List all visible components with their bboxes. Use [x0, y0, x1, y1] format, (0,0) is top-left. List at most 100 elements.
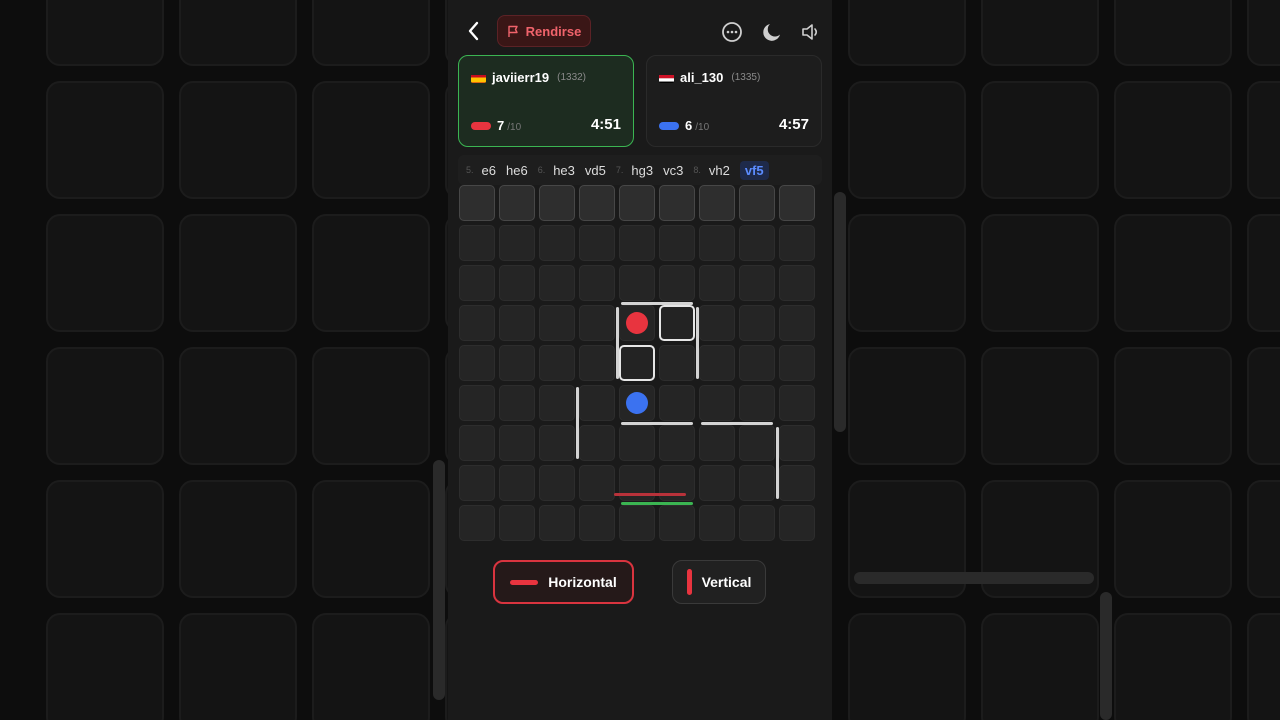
- board-cell[interactable]: [579, 305, 615, 341]
- backdrop-tile: [848, 347, 966, 465]
- board-cell[interactable]: [539, 225, 575, 261]
- board-cell[interactable]: [739, 345, 775, 381]
- board-cell[interactable]: [619, 425, 655, 461]
- board-cell[interactable]: [779, 505, 815, 541]
- board-cell[interactable]: [699, 305, 735, 341]
- blue-pawn[interactable]: [626, 392, 648, 414]
- board-cell[interactable]: [739, 385, 775, 421]
- move-entry[interactable]: hg3: [631, 163, 653, 178]
- board-cell[interactable]: [739, 265, 775, 301]
- board-cell[interactable]: [539, 425, 575, 461]
- board-cell[interactable]: [499, 305, 535, 341]
- move-entry-active[interactable]: vf5: [739, 160, 769, 180]
- board-cell[interactable]: [499, 505, 535, 541]
- back-icon: [468, 21, 479, 41]
- board-cell[interactable]: [499, 265, 535, 301]
- board-cell[interactable]: [699, 505, 735, 541]
- board-cell[interactable]: [739, 225, 775, 261]
- board-cell[interactable]: [579, 185, 615, 221]
- board-cell[interactable]: [659, 425, 695, 461]
- board-cell[interactable]: [459, 505, 495, 541]
- board-cell[interactable]: [699, 345, 735, 381]
- board-cell[interactable]: [539, 265, 575, 301]
- move-entry[interactable]: vh2: [709, 163, 730, 178]
- board-cell[interactable]: [579, 385, 615, 421]
- board-cell[interactable]: [739, 305, 775, 341]
- move-entry[interactable]: vc3: [663, 163, 683, 178]
- board-cell[interactable]: [459, 225, 495, 261]
- board-cell[interactable]: [659, 385, 695, 421]
- board-cell[interactable]: [619, 225, 655, 261]
- chat-button[interactable]: [720, 20, 744, 44]
- board-cell[interactable]: [699, 385, 735, 421]
- board-cell[interactable]: [699, 265, 735, 301]
- board-cell[interactable]: [579, 505, 615, 541]
- board-cell[interactable]: [779, 345, 815, 381]
- board-cell[interactable]: [779, 465, 815, 501]
- game-board[interactable]: [459, 185, 823, 549]
- resign-button[interactable]: Rendirse: [497, 15, 591, 47]
- board-cell[interactable]: [619, 505, 655, 541]
- move-entry[interactable]: he3: [553, 163, 575, 178]
- board-cell[interactable]: [459, 425, 495, 461]
- board-cell[interactable]: [499, 345, 535, 381]
- board-cell[interactable]: [579, 425, 615, 461]
- board-cell[interactable]: [459, 385, 495, 421]
- board-cell[interactable]: [659, 345, 695, 381]
- board-cell[interactable]: [459, 265, 495, 301]
- board-cell[interactable]: [659, 505, 695, 541]
- backdrop-tile: [1247, 480, 1280, 598]
- board-cell[interactable]: [659, 265, 695, 301]
- sound-button[interactable]: [799, 20, 823, 44]
- board-cell[interactable]: [659, 185, 695, 221]
- dark-mode-button[interactable]: [760, 20, 784, 44]
- board-cell[interactable]: [539, 385, 575, 421]
- board-cell[interactable]: [539, 505, 575, 541]
- egypt-flag-icon: [659, 73, 674, 83]
- move-entry[interactable]: vd5: [585, 163, 606, 178]
- backdrop-tile: [179, 613, 297, 720]
- board-cell[interactable]: [539, 305, 575, 341]
- board-cell[interactable]: [779, 305, 815, 341]
- board-cell[interactable]: [659, 225, 695, 261]
- board-cell[interactable]: [699, 185, 735, 221]
- board-cell[interactable]: [539, 185, 575, 221]
- move-entry[interactable]: e6: [482, 163, 496, 178]
- board-cell[interactable]: [659, 305, 695, 341]
- back-button[interactable]: [462, 18, 486, 44]
- board-cell[interactable]: [699, 465, 735, 501]
- board-cell[interactable]: [619, 185, 655, 221]
- board-cell[interactable]: [699, 425, 735, 461]
- board-cell[interactable]: [499, 385, 535, 421]
- board-cell[interactable]: [619, 265, 655, 301]
- board-cell[interactable]: [499, 425, 535, 461]
- board-cell[interactable]: [459, 345, 495, 381]
- vertical-wall-button[interactable]: Vertical: [672, 560, 766, 604]
- board-cell[interactable]: [779, 225, 815, 261]
- board-cell[interactable]: [739, 185, 775, 221]
- board-cell[interactable]: [779, 265, 815, 301]
- board-cell[interactable]: [579, 465, 615, 501]
- board-cell[interactable]: [579, 225, 615, 261]
- horizontal-wall-button[interactable]: Horizontal: [493, 560, 634, 604]
- board-cell[interactable]: [459, 305, 495, 341]
- board-cell[interactable]: [579, 265, 615, 301]
- board-cell[interactable]: [779, 185, 815, 221]
- red-pawn[interactable]: [626, 312, 648, 334]
- board-cell[interactable]: [459, 185, 495, 221]
- board-cell[interactable]: [779, 425, 815, 461]
- board-cell[interactable]: [739, 425, 775, 461]
- board-cell[interactable]: [619, 345, 655, 381]
- move-entry[interactable]: he6: [506, 163, 528, 178]
- board-cell[interactable]: [699, 225, 735, 261]
- board-cell[interactable]: [459, 465, 495, 501]
- board-cell[interactable]: [499, 185, 535, 221]
- board-cell[interactable]: [779, 385, 815, 421]
- board-cell[interactable]: [739, 465, 775, 501]
- board-cell[interactable]: [539, 465, 575, 501]
- board-cell[interactable]: [739, 505, 775, 541]
- board-cell[interactable]: [579, 345, 615, 381]
- board-cell[interactable]: [499, 225, 535, 261]
- board-cell[interactable]: [539, 345, 575, 381]
- board-cell[interactable]: [499, 465, 535, 501]
